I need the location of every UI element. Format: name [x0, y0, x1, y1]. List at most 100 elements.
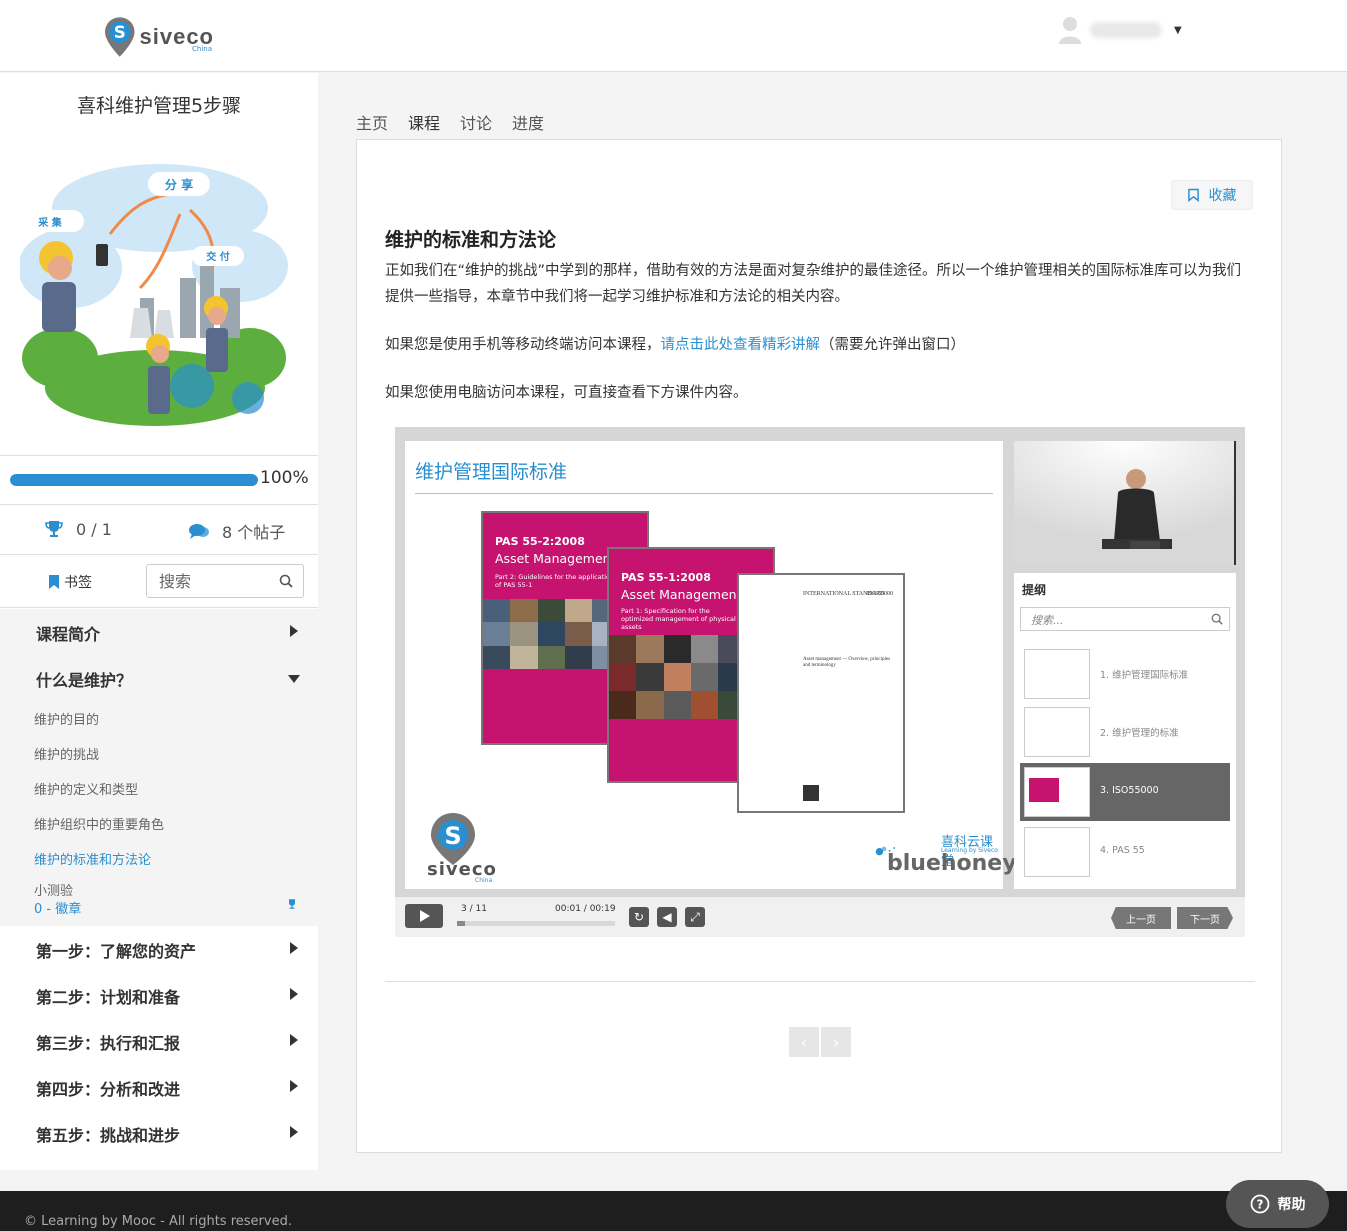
nav-section-what-is-maintenance[interactable]: 什么是维护？ [0, 655, 318, 701]
bluehoney-wordmark: bluehoney [887, 851, 1017, 876]
achievements-stat[interactable]: 0 / 1 [44, 519, 112, 539]
svg-text:?: ? [1256, 1198, 1263, 1212]
outline-item[interactable]: 2. 维护管理的标准 [1020, 703, 1230, 761]
nav-section-step1[interactable]: 第一步：了解您的资产 [0, 926, 318, 972]
nav-section-label: 第五步：挑战和进步 [36, 1126, 181, 1145]
outline-item[interactable]: 4. PAS 55 [1020, 823, 1230, 881]
course-stats: 0 / 1 8 个帖子 [0, 505, 318, 555]
slide-brand-sub: China [475, 877, 493, 884]
nav-section-label: 课程简介 [36, 625, 101, 644]
book-header: PAS 55-2:2008 [495, 535, 585, 548]
slide-thumbnail [1024, 707, 1090, 757]
intro-paragraph: 正如我们在“维护的挑战”中学到的那样，借助有效的方法是面对复杂维护的最佳途径。所… [385, 263, 1242, 305]
help-label: 帮助 [1277, 1197, 1306, 1213]
unit-title: 维护的标准和方法论 [385, 229, 557, 251]
nav-section-label: 第一步：了解您的资产 [36, 942, 197, 961]
outline-search[interactable]: 搜索... [1020, 607, 1230, 631]
slide-thumbnail [1024, 649, 1090, 699]
course-search [146, 564, 304, 598]
siveco-logo-icon: S [104, 17, 135, 57]
course-search-input[interactable] [147, 565, 267, 597]
nav-section-step3[interactable]: 第三步：执行和汇报 [0, 1018, 318, 1064]
posts-stat[interactable]: 8 个帖子 [188, 519, 285, 543]
book-subtitle: Part 1: Specification for the optimized … [621, 607, 736, 631]
outline-item[interactable]: 1. 维护管理国际标准 [1020, 645, 1230, 703]
favorite-label: 收藏 [1208, 188, 1237, 204]
replay-icon[interactable]: ↻ [629, 907, 649, 927]
progress-bar-fill [10, 474, 258, 486]
outline-search-placeholder: 搜索... [1031, 614, 1064, 627]
quiz-label: 小测验 [34, 884, 74, 899]
play-button[interactable] [405, 904, 443, 928]
unit-content: 收藏 维护的标准和方法论 正如我们在“维护的挑战”中学到的那样，借助有效的方法是… [356, 139, 1282, 1153]
illus-label-share: 分 享 [165, 177, 193, 192]
search-icon[interactable] [279, 574, 293, 588]
nav-subitem[interactable]: 维护组织中的重要角色 [0, 806, 318, 841]
footer: © Learning by Mooc - All rights reserved… [0, 1191, 1347, 1231]
user-name-redacted [1090, 22, 1162, 38]
nav-subitem[interactable]: 维护的定义和类型 [0, 771, 318, 806]
course-sidebar: 喜科维护管理5步骤 采 集 分 享 交 付 100% 0 / 1 8 个帖子 书… [0, 73, 318, 1170]
mobile-paragraph: 如果您是使用手机等移动终端访问本课程，请点击此处查看精彩讲解（需要允许弹出窗口） [385, 332, 1255, 358]
user-avatar-icon [1059, 17, 1081, 44]
player-controls: 3 / 11 00:01 / 00:19 ↻ ◀ ⤢ 上一页 下一页 [395, 897, 1245, 937]
mobile-link[interactable]: 请点击此处查看精彩讲解 [661, 337, 821, 353]
nav-section-step4[interactable]: 第四步：分析和改进 [0, 1064, 318, 1110]
nav-subitem-active[interactable]: 维护的标准和方法论 [0, 841, 318, 876]
chevron-right-icon [290, 625, 298, 637]
favorite-button[interactable]: 收藏 [1171, 180, 1253, 210]
footer-copyright: © Learning by Mooc - All rights reserved… [24, 1214, 292, 1229]
prev-unit-button[interactable]: ‹ [789, 1027, 819, 1057]
course-title: 喜科维护管理5步骤 [76, 95, 242, 117]
book-title: Asset Management [621, 587, 742, 602]
chevron-right-icon [290, 1080, 298, 1092]
caret-down-icon: ▼ [1174, 24, 1182, 36]
courseware-player: 维护管理国际标准 PAS 55-2:2008 Asset Management … [395, 427, 1245, 937]
chevron-right-icon [290, 942, 298, 954]
outline-item-active[interactable]: 3. ISO55000 [1020, 763, 1230, 821]
presenter-video[interactable] [1014, 441, 1236, 565]
next-unit-button[interactable]: › [821, 1027, 851, 1057]
nav-section-step5[interactable]: 第五步：挑战和进步 [0, 1110, 318, 1156]
nav-quiz[interactable]: 小测验 0 - 徽章 [0, 876, 318, 926]
nav-section-label: 第二步：计划和准备 [36, 988, 181, 1007]
nav-subitem[interactable]: 维护的目的 [0, 701, 318, 736]
outline-title: 提纲 [1022, 583, 1047, 597]
nav-section-step2[interactable]: 第二步：计划和准备 [0, 972, 318, 1018]
help-icon: ? [1250, 1194, 1269, 1214]
help-button[interactable]: ? 帮助 [1226, 1180, 1329, 1228]
illus-label-collect: 采 集 [37, 216, 62, 229]
nav-subitem-label: 维护的挑战 [34, 748, 100, 763]
outline-item-label: 1. 维护管理国际标准 [1100, 670, 1189, 681]
bookmarks-label: 书签 [64, 575, 92, 591]
desktop-paragraph: 如果您使用电脑访问本课程，可直接查看下方课件内容。 [385, 385, 748, 401]
header: S siveco China ▼ [0, 0, 1347, 72]
nav-subitem[interactable]: 维护的挑战 [0, 736, 318, 771]
slide-rule [415, 493, 993, 494]
volume-icon[interactable]: ◀ [657, 907, 677, 927]
achievements-count: 0 / 1 [76, 519, 112, 539]
mobile-note: （需要允许弹出窗口） [820, 337, 965, 353]
siveco-logo[interactable]: S siveco China [104, 15, 214, 59]
chevron-right-icon: › [832, 1032, 840, 1052]
seek-bar[interactable] [457, 921, 615, 926]
bookmarks-link[interactable]: 书签 [48, 572, 92, 592]
progress-percent: 100% [260, 468, 309, 488]
search-icon[interactable] [1211, 613, 1223, 625]
nav-section-label: 第三步：执行和汇报 [36, 1034, 181, 1053]
outline-item-label: 4. PAS 55 [1100, 845, 1145, 856]
mobile-text: 如果您是使用手机等移动终端访问本课程， [385, 337, 661, 353]
outline-item-label: 3. ISO55000 [1100, 785, 1159, 796]
prev-page-button[interactable]: 上一页 [1111, 907, 1171, 929]
quiz-badge: 0 - 徽章 [34, 902, 82, 917]
slide-canvas[interactable]: 维护管理国际标准 PAS 55-2:2008 Asset Management … [405, 441, 1017, 889]
nav-section-label: 什么是维护？ [36, 671, 133, 690]
iso55000-cover: INTERNATIONAL STANDARD ISO 55000 Asset m… [737, 573, 905, 813]
user-menu[interactable]: ▼ [1058, 16, 1182, 44]
fullscreen-icon[interactable]: ⤢ [685, 907, 705, 927]
next-page-button[interactable]: 下一页 [1177, 907, 1233, 929]
nav-section-intro[interactable]: 课程简介 [0, 609, 318, 655]
nav-subitem-label: 维护的标准和方法论 [34, 853, 152, 868]
progress-bar [10, 474, 258, 486]
nav-section-label: 第四步：分析和改进 [36, 1080, 181, 1099]
